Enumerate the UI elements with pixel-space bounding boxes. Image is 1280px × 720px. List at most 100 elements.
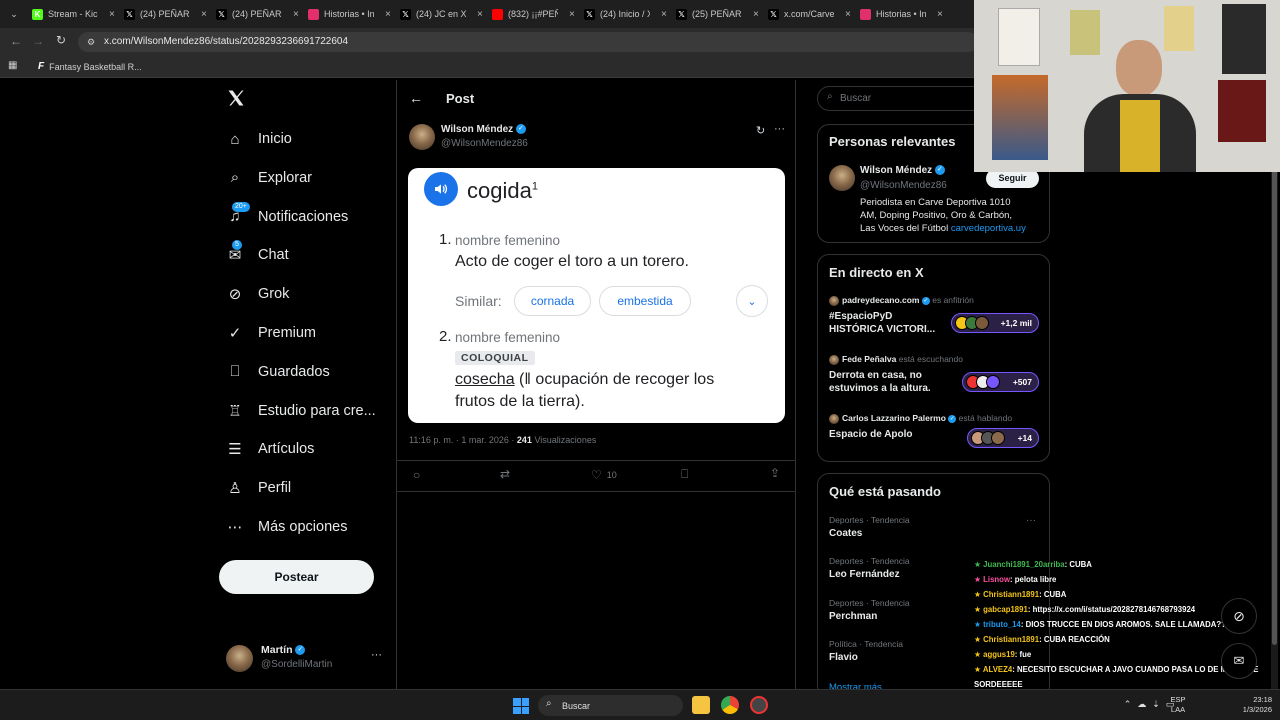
repost-icon[interactable]: ⇄ (500, 467, 510, 481)
post-button[interactable]: Postear (219, 560, 374, 594)
person-name[interactable]: Wilson Méndez (860, 165, 932, 176)
clock-time[interactable]: 23:18 (1224, 695, 1272, 705)
scrollbar-thumb[interactable] (1272, 165, 1277, 645)
close-icon[interactable]: × (753, 9, 759, 20)
clock-date[interactable]: 1/3/2026 (1224, 705, 1272, 715)
tab-label: (832) ¡¡#PEÑAROL (508, 9, 558, 19)
live-spaces-panel: En directo en X padreydecano.com ✓ es an… (817, 254, 1050, 462)
lang-indicator[interactable]: ESP (1166, 695, 1190, 705)
browser-tab[interactable]: Historias • Instagram × (308, 4, 394, 24)
trend-item[interactable]: Deportes · Tendencia Coates ··· (818, 515, 1049, 551)
tab-list-button[interactable]: ⌄ (6, 6, 22, 22)
more-icon[interactable]: ··· (1026, 515, 1036, 526)
similar-chip-cornada[interactable]: cornada (514, 286, 591, 316)
x-icon: 𝕏 (768, 8, 779, 20)
live-space-item[interactable]: padreydecano.com ✓ es anfitrión #EspacioP… (818, 294, 1049, 344)
browser-tab[interactable]: 𝕏x.com/Carve × (768, 4, 854, 24)
listener-count-pill[interactable]: +507 (962, 372, 1039, 392)
listener-count-pill[interactable]: +14 (967, 428, 1039, 448)
windows-start-icon[interactable] (513, 698, 529, 714)
browser-tab[interactable]: 𝕏 (24) PEÑAROL × (216, 4, 302, 24)
listener-count-pill[interactable]: +1,2 mil (951, 313, 1039, 333)
definition-text: Acto de coger el toro a un torero. (455, 253, 689, 270)
post-image-definition[interactable]: cogida1 1. nombre femenino Acto de coger… (408, 168, 785, 423)
more-options-icon[interactable]: ··· (774, 123, 785, 135)
url-field[interactable]: ⚙ x.com/WilsonMendez86/status/2028293236… (78, 32, 978, 52)
nav-item-artículos[interactable]: ☰ Artículos (226, 435, 314, 463)
live-space-item[interactable]: Fede Peñalva está escuchando Derrota en c… (818, 353, 1049, 403)
back-arrow-icon[interactable]: ← (409, 90, 423, 106)
forward-icon[interactable]: → (32, 34, 44, 48)
nav-item-notificaciones[interactable]: ♫ 20+ Notificaciones (226, 201, 348, 231)
close-icon[interactable]: × (109, 9, 115, 20)
author-avatar[interactable] (409, 124, 435, 150)
author-name[interactable]: Wilson Méndez (441, 124, 513, 135)
trend-category: Deportes · Tendencia (829, 515, 910, 525)
close-icon[interactable]: × (569, 9, 575, 20)
avatar[interactable] (829, 165, 855, 191)
trend-category: Política · Tendencia (829, 638, 904, 649)
chevron-down-icon[interactable]: ⌄ (736, 285, 768, 317)
close-icon[interactable]: × (845, 9, 851, 20)
bookmark-icon[interactable]: ⎕ (681, 467, 688, 482)
similar-chip-embestida[interactable]: embestida (599, 286, 691, 316)
browser-tab[interactable]: 𝕏 (24) JC en X × (400, 4, 486, 24)
reply-icon[interactable]: ○ (413, 468, 420, 482)
close-icon[interactable]: × (661, 9, 667, 20)
nav-label: Más opciones (258, 519, 348, 535)
chat-message: ★ Christiann1891: CUBA (974, 590, 1066, 599)
bio-line: Periodista en Carve Deportiva 1010 (860, 197, 1011, 208)
browser-tab[interactable]: K Stream - Kick × (32, 4, 118, 24)
close-icon[interactable]: × (385, 9, 391, 20)
x-logo-icon[interactable] (226, 88, 248, 110)
nav-item-estudio-para-cre-[interactable]: ♖ Estudio para cre... (226, 397, 375, 425)
post-timestamp[interactable]: 11:16 p. m. · 1 mar. 2026 · (409, 435, 514, 445)
browser-tab[interactable]: 𝕏 (25) PEÑAROL × (676, 4, 762, 24)
messages-float-icon[interactable]: ✉ (1221, 643, 1257, 679)
browser-tab[interactable]: (832) ¡¡#PEÑAROL × (492, 4, 578, 24)
nav-item-perfil[interactable]: ♙ Perfil (226, 474, 291, 502)
nav-item-inicio[interactable]: ⌂ Inicio (226, 125, 291, 153)
grok-float-icon[interactable]: ⊘ (1221, 598, 1257, 634)
star-icon: ★ (974, 605, 984, 614)
apps-icon[interactable]: ▦ (8, 60, 17, 71)
home-icon: ⌂ (230, 130, 240, 148)
nav-item-premium[interactable]: ✓ Premium (226, 319, 316, 347)
account-switcher[interactable]: Martín ✓ @SordelliMartin ··· (226, 643, 386, 675)
chrome-icon[interactable] (721, 696, 739, 714)
nav-item-guardados[interactable]: ⎕ Guardados (226, 358, 329, 386)
nav-item-chat[interactable]: ✉ 5 Chat (226, 240, 289, 269)
nav-item-grok[interactable]: ⊘ Grok (226, 280, 290, 308)
close-icon[interactable]: × (201, 9, 207, 20)
site-info-icon[interactable]: ⚙ (87, 32, 95, 52)
nav-item-más-opciones[interactable]: ⋯ Más opciones (226, 513, 348, 541)
bio-link[interactable]: carvedeportiva.uy (951, 223, 1026, 234)
browser-tab[interactable]: Historias • Instagram × (860, 4, 946, 24)
live-space-item[interactable]: Carlos Lazzarino Palermo ✓ está hablando… (818, 412, 1049, 462)
back-icon[interactable]: ← (10, 34, 22, 48)
close-icon[interactable]: × (477, 9, 483, 20)
lang-indicator[interactable]: LAA (1166, 705, 1190, 715)
left-navigation: ⌂ Inicio ⌕ Explorar ♫ 20+ Notificaciones ✉ 5 Chat… (210, 80, 395, 690)
listener-count: +507 (1012, 377, 1032, 387)
chat-text: : https://x.com/i/status/202827814676879… (1027, 605, 1196, 614)
definition-link[interactable]: cosecha (455, 371, 515, 388)
close-icon[interactable]: × (293, 9, 299, 20)
share-icon[interactable]: ⇪ (770, 466, 780, 480)
more-icon[interactable]: ··· (371, 649, 382, 661)
browser-tab[interactable]: 𝕏 (24) PEÑAROL × (124, 4, 210, 24)
person-handle[interactable]: @WilsonMendez86 (860, 180, 947, 191)
author-handle[interactable]: @WilsonMendez86 (441, 138, 528, 149)
like-button[interactable]: ♡ 10 (591, 468, 617, 482)
bookmark-item[interactable]: F Fantasy Basketball R... (38, 61, 142, 72)
more-icon: ⋯ (227, 519, 243, 536)
nav-item-explorar[interactable]: ⌕ Explorar (226, 164, 312, 192)
close-icon[interactable]: × (937, 9, 943, 20)
browser-tab[interactable]: 𝕏 (24) Inicio / X × (584, 4, 670, 24)
grok-icon[interactable]: ↻ (756, 124, 765, 137)
file-explorer-icon[interactable] (692, 696, 710, 714)
taskbar-search[interactable]: ⌕ Buscar (538, 695, 683, 716)
reload-icon[interactable]: ↻ (56, 33, 66, 47)
like-count: 10 (606, 470, 617, 480)
app-icon[interactable] (750, 696, 768, 714)
